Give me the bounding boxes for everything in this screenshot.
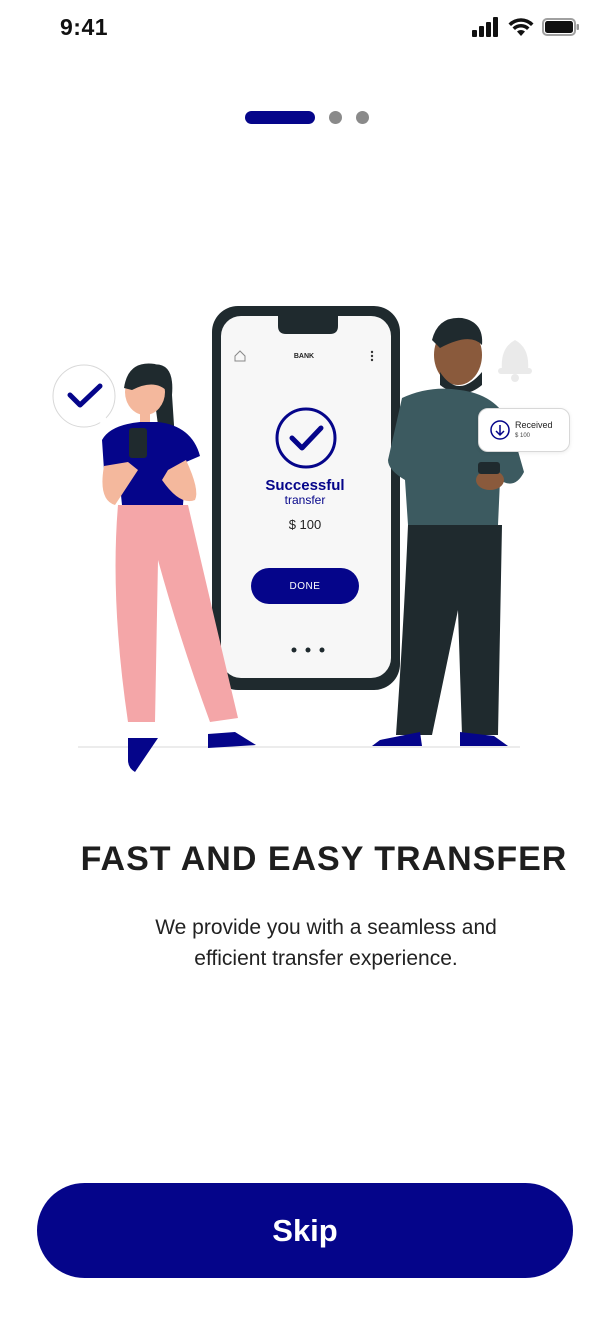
cellular-signal-icon	[472, 17, 498, 37]
received-amount: $ 100	[515, 433, 531, 439]
onboarding-description: We provide you with a seamless and effic…	[0, 912, 608, 974]
page-indicator-dot	[356, 111, 369, 124]
page-indicator-dot	[329, 111, 342, 124]
page-indicator	[245, 111, 369, 124]
battery-icon	[542, 18, 579, 36]
page-indicator-dot-active	[245, 111, 315, 124]
status-time: 9:41	[60, 14, 109, 40]
transfer-illustration	[52, 306, 532, 772]
wifi-icon	[508, 18, 534, 36]
onboarding-description-line1: We provide you with a seamless and	[155, 916, 497, 939]
bank-label: BANK	[293, 353, 315, 360]
download-arrow-icon	[490, 420, 510, 440]
status-bar: 9:41	[0, 0, 608, 56]
skip-button[interactable]: Skip	[37, 1183, 573, 1278]
illustration-done-button: DONE	[251, 568, 359, 604]
success-subtitle: transfer	[284, 493, 326, 507]
onboarding-title: FAST AND EASY TRANSFER	[80, 840, 568, 878]
onboarding-description-line2: efficient transfer experience.	[194, 947, 458, 970]
transfer-amount: $ 100	[288, 517, 322, 532]
bell-icon	[498, 340, 532, 382]
success-title: Successful	[265, 477, 345, 494]
received-title: Received	[515, 420, 553, 430]
status-icons	[472, 17, 580, 37]
